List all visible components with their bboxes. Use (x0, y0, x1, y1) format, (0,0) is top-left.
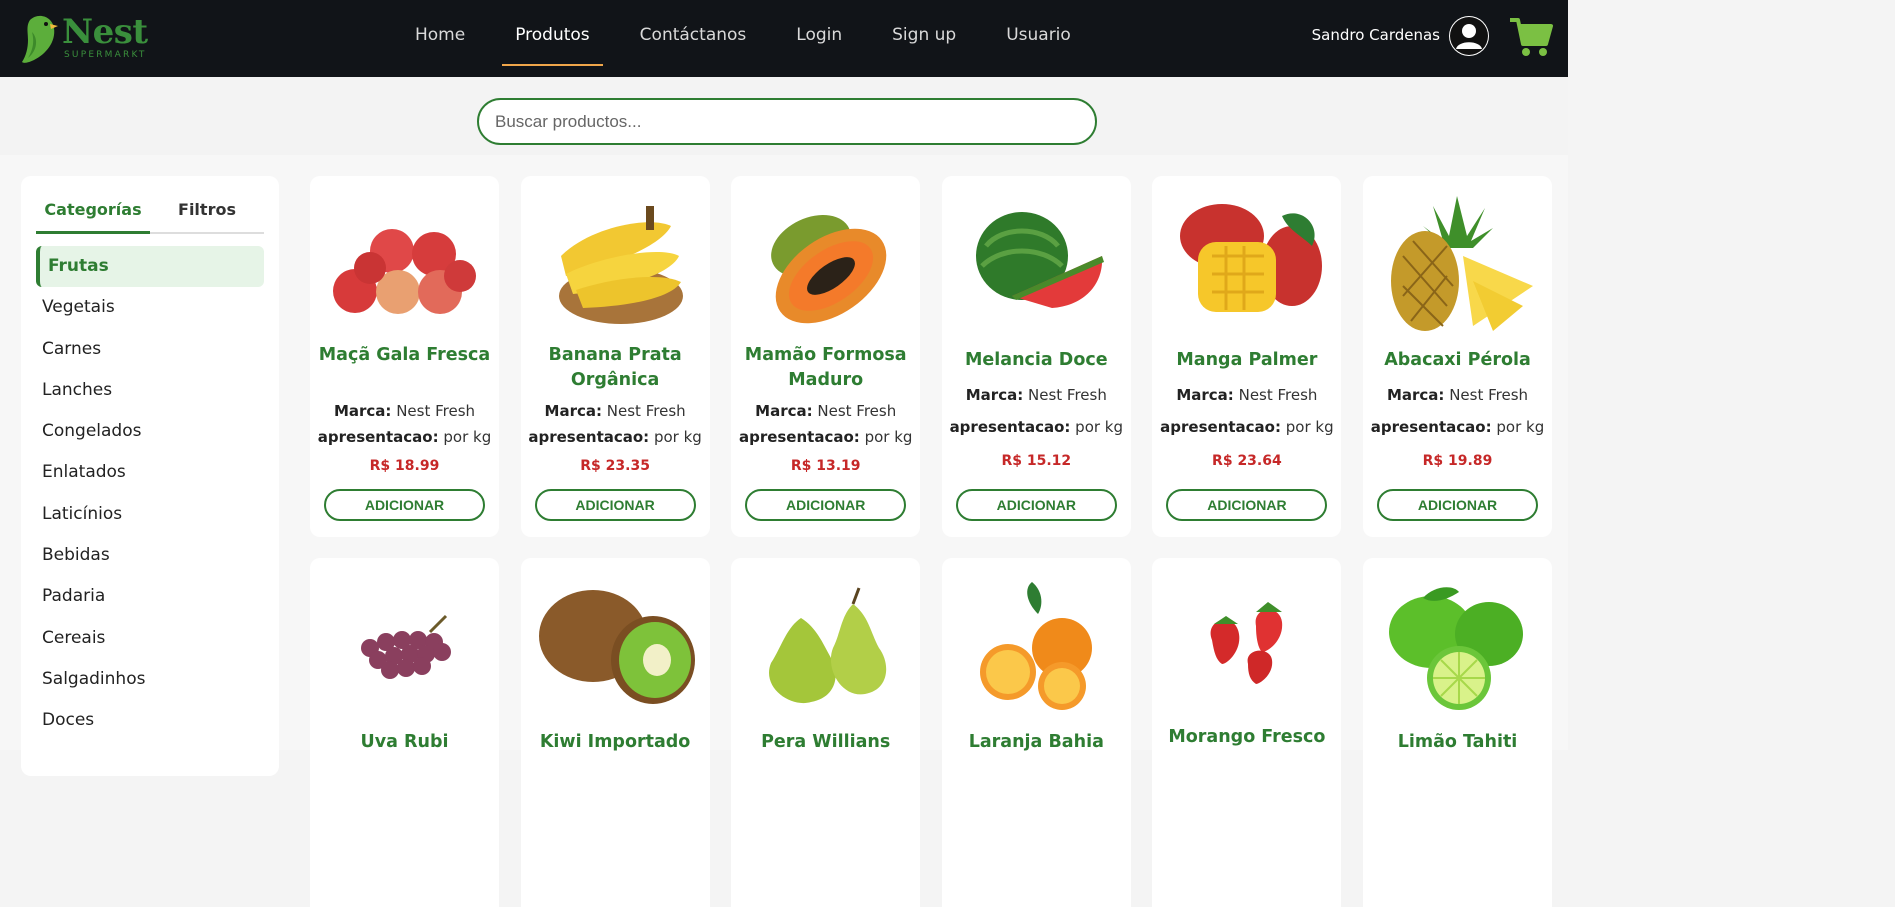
brand-logo[interactable]: Nest SUPERMARKT (20, 12, 160, 64)
product-price: R$ 19.89 (1422, 453, 1493, 469)
search-band (0, 77, 1568, 155)
product-card: Pera Willians (731, 558, 921, 907)
category-carnes[interactable]: Carnes (36, 329, 264, 370)
search-input[interactable] (477, 98, 1097, 145)
category-list: Frutas Vegetais Carnes Lanches Congelado… (36, 246, 264, 742)
category-laticinios[interactable]: Laticínios (36, 494, 264, 535)
product-card: Banana Prata Orgânica Marca: Nest Fresh … (520, 176, 710, 537)
product-card: Laranja Bahia (941, 558, 1131, 907)
add-to-cart-button[interactable]: ADICIONAR (1377, 489, 1538, 521)
category-enlatados[interactable]: Enlatados (36, 452, 264, 493)
brand-tagline: SUPERMARKT (64, 50, 147, 60)
pear-image (769, 587, 887, 704)
watermelon-image (975, 212, 1104, 308)
nav-login[interactable]: Login (783, 0, 855, 70)
nav-usuario[interactable]: Usuario (993, 0, 1084, 70)
sidebar-tabs: Categorías Filtros (36, 200, 264, 234)
product-card: Manga Palmer Marca: Nest Fresh apresenta… (1152, 176, 1342, 537)
cart-icon[interactable] (1508, 16, 1554, 58)
tab-categorias[interactable]: Categorías (36, 200, 150, 234)
category-doces[interactable]: Doces (36, 700, 264, 741)
product-brand: Marca: Nest Fresh (1386, 386, 1529, 404)
nav-signup[interactable]: Sign up (879, 0, 969, 70)
product-card: Maçã Gala Fresca Marca: Nest Fresh apres… (310, 176, 499, 537)
category-padaria[interactable]: Padaria (36, 576, 264, 617)
nav-produtos[interactable]: Produtos (502, 0, 604, 70)
product-brand: Marca: Nest Fresh (755, 402, 897, 420)
bird-logo-icon (22, 15, 58, 63)
product-card: Mamão Formosa Maduro Marca: Nest Fresh a… (731, 176, 921, 537)
papaya-image (771, 215, 887, 324)
category-vegetais[interactable]: Vegetais (36, 287, 264, 328)
product-price: R$ 18.99 (369, 458, 440, 474)
category-lanches[interactable]: Lanches (36, 370, 264, 411)
add-to-cart-button[interactable]: ADICIONAR (955, 489, 1117, 521)
product-card: Abacaxi Pérola Marca: Nest Fresh apresen… (1363, 176, 1552, 537)
product-presentation: apresentacao: por kg (738, 428, 913, 446)
product-brand: Marca: Nest Fresh (333, 402, 476, 420)
nav-contactanos[interactable]: Contáctanos (627, 0, 760, 70)
kiwi-image (538, 590, 695, 704)
orange-image (979, 582, 1092, 710)
user-avatar-icon[interactable] (1449, 16, 1489, 56)
product-presentation: apresentacao: por kg (1160, 418, 1334, 436)
category-congelados[interactable]: Congelados (36, 411, 264, 452)
product-card: Limão Tahiti (1363, 558, 1552, 907)
strawberry-image (1210, 602, 1283, 684)
product-name: Maçã Gala Fresca (318, 345, 491, 365)
product-presentation: apresentacao: por kg (528, 428, 702, 446)
main-nav: Home Produtos Contáctanos Login Sign up … (390, 0, 1096, 77)
product-brand: Marca: Nest Fresh (544, 402, 686, 420)
tab-filtros[interactable]: Filtros (150, 200, 264, 234)
product-name: Pera Willians (761, 732, 891, 752)
top-header: Nest SUPERMARKT Home Produtos Contáctano… (0, 0, 1568, 77)
apple-image (333, 229, 476, 314)
brand-name: Nest (62, 12, 148, 52)
user-name[interactable]: Sandro Cardenas (1312, 26, 1440, 44)
product-price: R$ 15.12 (1001, 453, 1072, 469)
product-name: Laranja Bahia (968, 732, 1104, 752)
product-card: Kiwi Importado (520, 558, 710, 907)
category-sidebar: Categorías Filtros Frutas Vegetais Carne… (21, 176, 279, 776)
product-name: Morango Fresco (1168, 727, 1326, 747)
product-price: R$ 23.64 (1212, 453, 1282, 469)
banana-image (558, 206, 683, 324)
product-presentation: apresentacao: por kg (949, 418, 1124, 436)
mango-image (1180, 204, 1323, 312)
product-brand: Marca: Nest Fresh (965, 386, 1107, 404)
product-presentation: apresentacao: por kg (1370, 418, 1545, 436)
product-presentation: apresentacao: por kg (317, 428, 492, 446)
product-card: Melancia Doce Marca: Nest Fresh apresent… (941, 176, 1131, 537)
product-name: Limão Tahiti (1397, 732, 1518, 752)
add-to-cart-button[interactable]: ADICIONAR (1166, 489, 1328, 521)
grape-image (361, 614, 451, 679)
product-name: Abacaxi Pérola (1384, 350, 1531, 370)
product-name: Kiwi Importado (539, 732, 691, 752)
product-name: Mamão Formosa Maduro (744, 345, 907, 390)
product-name: Manga Palmer (1176, 350, 1318, 370)
product-brand: Marca: Nest Fresh (1176, 386, 1318, 404)
add-to-cart-button[interactable]: ADICIONAR (534, 489, 696, 521)
nav-home[interactable]: Home (402, 0, 478, 70)
category-frutas[interactable]: Frutas (36, 246, 264, 288)
pineapple-image (1391, 196, 1533, 331)
product-name: Banana Prata Orgânica (548, 345, 682, 390)
product-name: Melancia Doce (964, 350, 1108, 370)
category-salgadinhos[interactable]: Salgadinhos (36, 659, 264, 700)
lime-image (1389, 587, 1523, 710)
product-card: Uva Rubi (310, 558, 499, 907)
category-bebidas[interactable]: Bebidas (36, 535, 264, 576)
add-to-cart-button[interactable]: ADICIONAR (324, 489, 485, 521)
add-to-cart-button[interactable]: ADICIONAR (745, 489, 907, 521)
product-name: Uva Rubi (360, 732, 449, 752)
product-price: R$ 23.35 (580, 458, 650, 474)
category-cereais[interactable]: Cereais (36, 618, 264, 659)
product-card: Morango Fresco (1152, 558, 1342, 907)
product-price: R$ 13.19 (790, 458, 861, 474)
